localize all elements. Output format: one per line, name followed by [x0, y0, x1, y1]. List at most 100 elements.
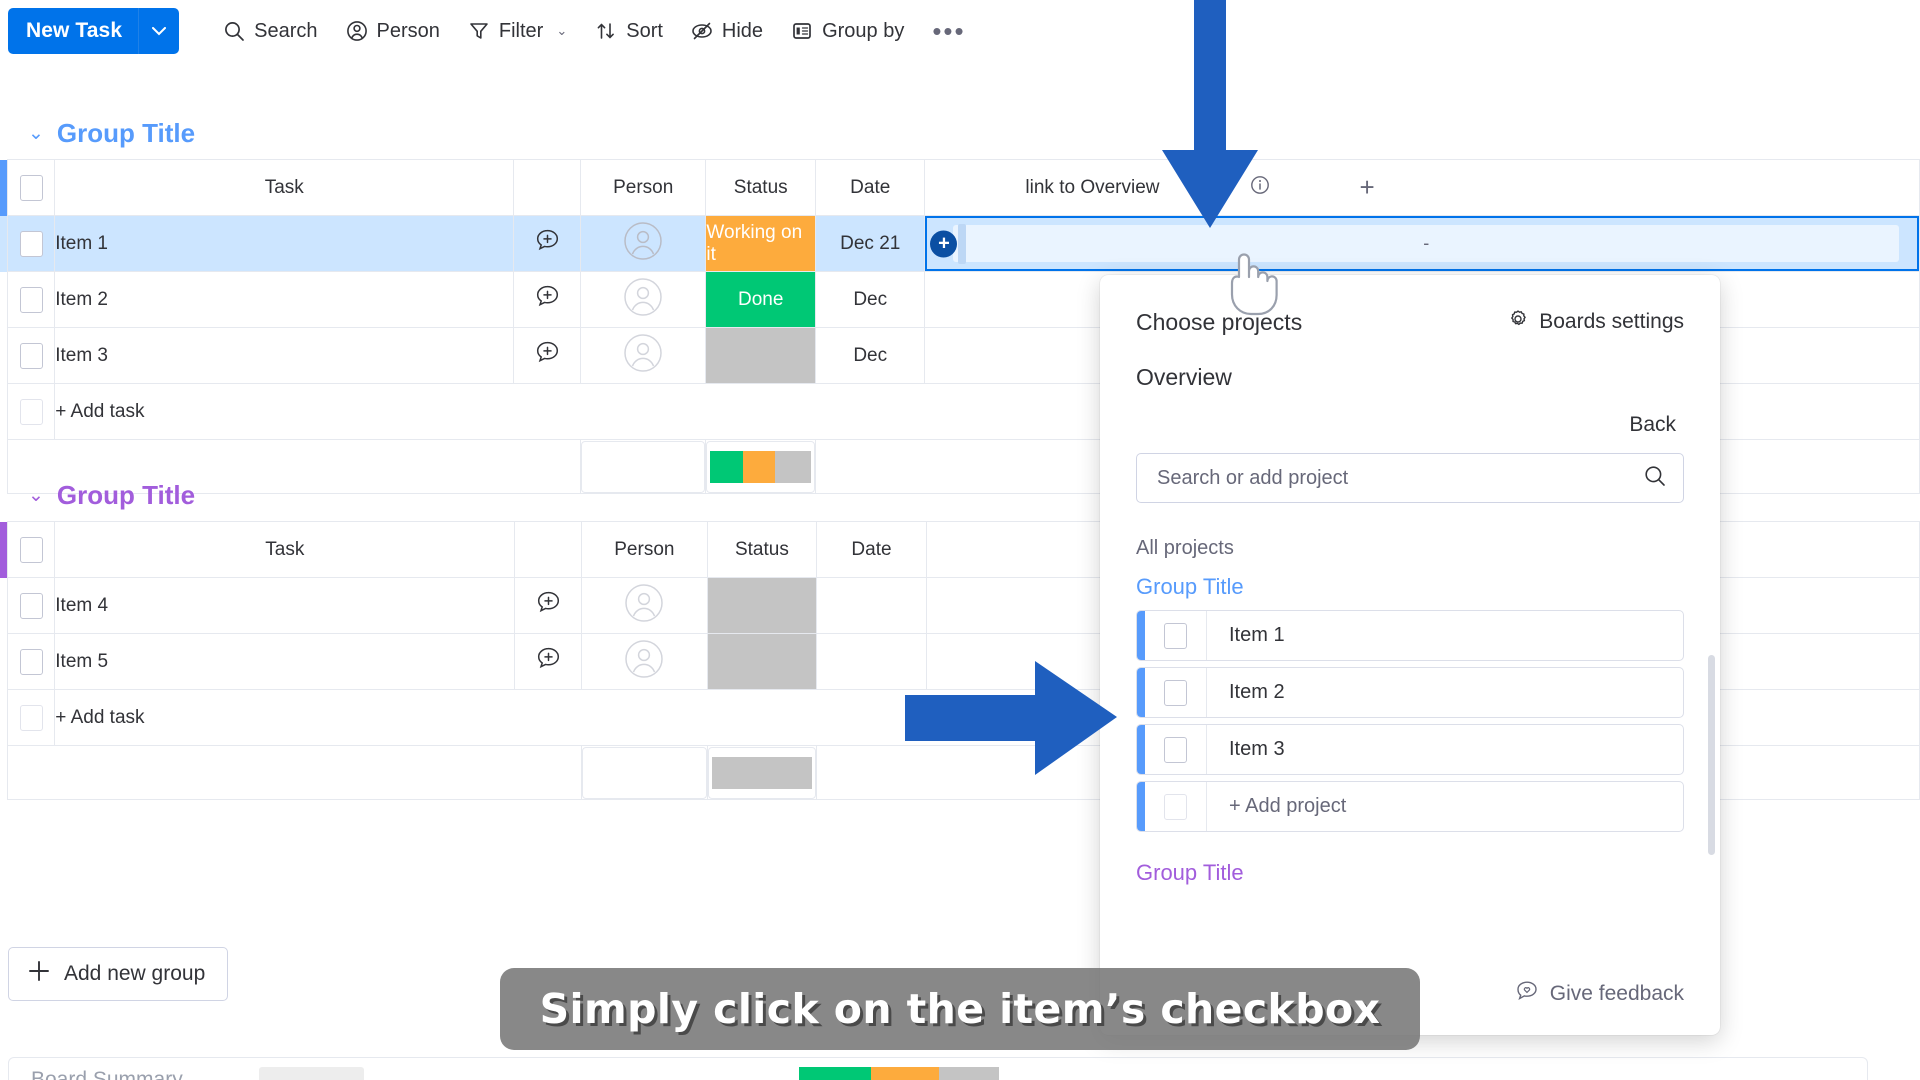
status-badge[interactable]: Done [706, 272, 815, 327]
row-checkbox[interactable] [20, 649, 43, 675]
project-checkbox-cell[interactable] [1145, 611, 1207, 660]
column-header-person[interactable]: Person [581, 160, 706, 216]
avatar[interactable] [623, 301, 663, 322]
column-header-date[interactable]: Date [816, 160, 925, 216]
person-button[interactable]: Person [332, 14, 454, 49]
group-1-title[interactable]: Group Title [57, 118, 195, 149]
link-placeholder[interactable]: - [953, 225, 1899, 262]
status-cell[interactable] [707, 578, 817, 634]
person-cell[interactable] [581, 328, 706, 384]
project-search-field[interactable]: Search or add project [1136, 453, 1684, 503]
search-button[interactable]: Search [209, 14, 331, 49]
list-item[interactable]: Item 3 [1136, 724, 1684, 775]
column-header-date[interactable]: Date [817, 522, 927, 578]
back-label[interactable]: Back [1629, 413, 1676, 436]
date-cell[interactable]: Dec 21 [816, 216, 925, 272]
person-cell[interactable] [581, 216, 706, 272]
row-checkbox-cell[interactable] [8, 272, 55, 328]
group-2-title[interactable]: Group Title [57, 480, 195, 511]
project-label[interactable]: Item 2 [1207, 668, 1683, 717]
project-label[interactable]: Item 3 [1207, 725, 1683, 774]
project-search-placeholder[interactable]: Search or add project [1157, 467, 1348, 490]
task-name-cell[interactable]: Item 1 [55, 216, 514, 272]
chat-cell[interactable] [514, 216, 581, 272]
status-cell[interactable] [706, 328, 816, 384]
link-to-overview-cell[interactable]: + - [925, 216, 1920, 272]
chat-cell[interactable] [514, 272, 581, 328]
filter-button[interactable]: Filter ⌄ [454, 14, 581, 49]
date-cell[interactable]: Dec [816, 328, 925, 384]
task-name-cell[interactable]: Item 2 [55, 272, 514, 328]
chevron-down-icon[interactable]: ⌄ [28, 122, 44, 145]
project-checkbox[interactable] [1164, 680, 1187, 706]
select-all-checkbox[interactable] [20, 537, 43, 563]
project-label[interactable]: Item 1 [1207, 611, 1683, 660]
status-cell[interactable] [707, 634, 817, 690]
project-checkbox[interactable] [1164, 737, 1187, 763]
add-project-label[interactable]: + Add project [1207, 782, 1683, 831]
avatar[interactable] [623, 357, 663, 378]
row-checkbox-cell[interactable] [8, 216, 55, 272]
drag-handle[interactable] [958, 224, 966, 264]
add-new-group-button[interactable]: Add new group [8, 947, 228, 1001]
avatar[interactable] [624, 607, 664, 628]
task-name-cell[interactable]: Item 5 [55, 634, 515, 690]
task-name-cell[interactable]: Item 3 [55, 328, 514, 384]
project-checkbox-cell[interactable] [1145, 668, 1207, 717]
avatar[interactable] [623, 245, 663, 266]
avatar[interactable] [624, 663, 664, 684]
panel-back-button[interactable]: Back [1100, 391, 1720, 437]
column-header-status[interactable]: Status [706, 160, 816, 216]
select-all-checkbox-cell[interactable] [8, 160, 55, 216]
status-badge[interactable] [708, 634, 817, 689]
status-cell[interactable]: Done [706, 272, 816, 328]
person-cell[interactable] [582, 634, 708, 690]
person-cell[interactable] [581, 272, 706, 328]
list-item[interactable]: Item 2 [1136, 667, 1684, 718]
select-all-checkbox[interactable] [20, 175, 43, 201]
add-project-row[interactable]: + Add project [1136, 781, 1684, 832]
row-checkbox-cell[interactable] [8, 634, 55, 690]
more-options-button[interactable]: ••• [918, 26, 979, 36]
list-item[interactable]: Item 1 [1136, 610, 1684, 661]
status-badge[interactable]: Working on it [706, 216, 815, 271]
row-checkbox[interactable] [20, 231, 43, 257]
person-cell[interactable] [582, 578, 708, 634]
chevron-down-icon[interactable]: ⌄ [28, 484, 44, 507]
column-header-task[interactable]: Task [55, 160, 514, 216]
column-header-status[interactable]: Status [707, 522, 817, 578]
link-to-overview-active-cell[interactable]: + - [925, 216, 1919, 271]
hide-button[interactable]: Hide [677, 14, 777, 49]
project-checkbox-cell[interactable] [1145, 725, 1207, 774]
row-checkbox-cell[interactable] [8, 328, 55, 384]
column-header-person[interactable]: Person [582, 522, 708, 578]
sort-button[interactable]: Sort [581, 14, 677, 49]
table-row[interactable]: Item 1 Working on it Dec 21 + [0, 216, 1920, 272]
chat-cell[interactable] [515, 634, 582, 690]
group-by-button[interactable]: Group by [777, 14, 918, 49]
add-link-plus-icon[interactable]: + [930, 230, 957, 257]
group-1-header[interactable]: ⌄ Group Title [0, 118, 1920, 149]
add-column-button[interactable]: + [1360, 172, 1375, 203]
boards-settings-button[interactable]: Boards settings [1507, 308, 1684, 336]
select-all-checkbox-cell[interactable] [8, 522, 55, 578]
row-checkbox[interactable] [20, 593, 43, 619]
date-cell[interactable] [817, 578, 927, 634]
project-checkbox[interactable] [1164, 623, 1187, 649]
panel-scrollbar[interactable] [1708, 655, 1715, 855]
status-badge[interactable] [706, 328, 815, 383]
search-icon[interactable] [1643, 464, 1667, 493]
date-cell[interactable]: Dec [816, 272, 925, 328]
add-comment-icon[interactable] [535, 600, 562, 621]
new-task-button[interactable]: New Task [8, 8, 179, 54]
row-checkbox[interactable] [20, 343, 43, 369]
chevron-down-icon[interactable]: ⌄ [556, 23, 567, 39]
chat-cell[interactable] [514, 328, 581, 384]
add-comment-icon[interactable] [534, 350, 561, 371]
add-comment-icon[interactable] [534, 294, 561, 315]
column-header-link-to-overview[interactable]: link to Overview + [925, 160, 1920, 216]
status-cell[interactable]: Working on it [706, 216, 816, 272]
new-task-dropdown-caret[interactable] [139, 8, 179, 54]
row-checkbox-cell[interactable] [8, 578, 55, 634]
task-name-cell[interactable]: Item 4 [55, 578, 515, 634]
